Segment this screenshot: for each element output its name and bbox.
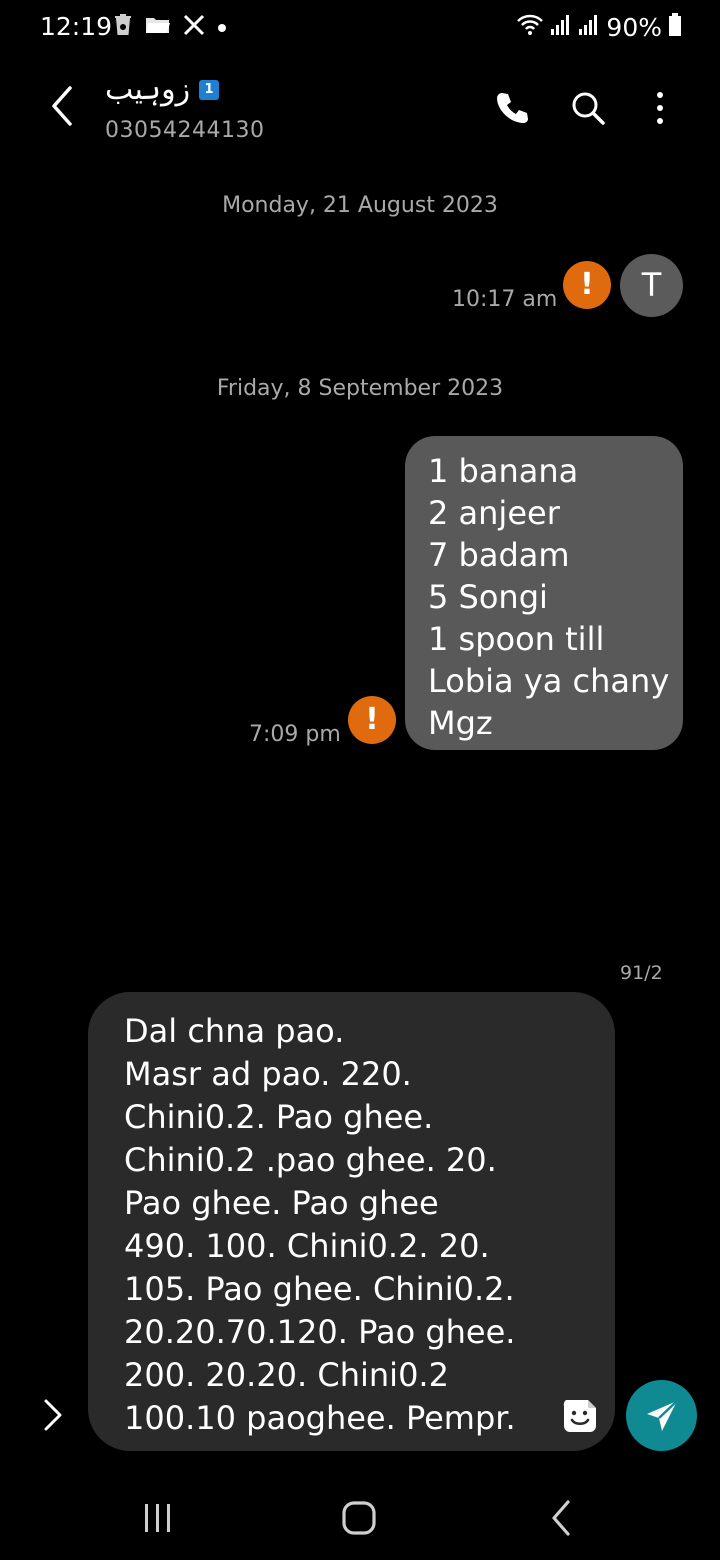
recycle-bin-icon (113, 13, 133, 41)
search-icon (572, 92, 605, 125)
message-time: 7:09 pm (249, 722, 341, 747)
input-line: Dal chna pao. (124, 1012, 345, 1050)
message-line: Lobia ya chany (428, 662, 670, 700)
signal-icon-sim1 (550, 13, 572, 41)
back-button[interactable] (42, 84, 82, 128)
home-button[interactable] (334, 1496, 384, 1540)
back-arrow-icon (552, 1500, 570, 1536)
input-line: Pao ghee. Pao ghee (124, 1184, 439, 1222)
message-bubble[interactable]: 1 banana 2 anjeer 7 badam 5 Songi 1 spoo… (405, 436, 683, 750)
notification-icons (113, 12, 227, 42)
send-button[interactable] (626, 1380, 697, 1451)
back-nav-button[interactable] (536, 1496, 586, 1540)
home-icon (342, 1501, 376, 1535)
character-counter: 91/2 (620, 962, 663, 984)
input-line: Chini0.2 .pao ghee. 20. (124, 1141, 497, 1179)
send-failed-icon[interactable]: ! (348, 696, 396, 744)
expand-composer-button[interactable] (38, 1397, 68, 1433)
conversation-header: زوہیب 1 03054244130 (0, 60, 720, 160)
input-line: 490. 100. Chini0.2. 20. (124, 1227, 490, 1265)
more-vertical-icon (657, 92, 663, 124)
message-line: Mgz (428, 704, 493, 742)
date-separator: Monday, 21 August 2023 (222, 193, 498, 218)
avatar[interactable]: T (620, 254, 683, 317)
status-right: 90% (516, 12, 682, 42)
message-time: 10:17 am (452, 287, 558, 312)
x-logo-icon (183, 14, 205, 40)
search-button[interactable] (566, 86, 610, 130)
status-bar: 12:19 90% (0, 0, 720, 54)
send-icon (646, 1399, 678, 1431)
input-line: 200. 20.20. Chini0.2 (124, 1356, 449, 1394)
message-line: 1 spoon till (428, 620, 605, 658)
recent-apps-button[interactable] (133, 1496, 183, 1540)
message-line: 2 anjeer (428, 494, 560, 532)
message-line: 1 banana (428, 452, 579, 490)
wifi-icon (516, 13, 544, 41)
phone-icon (497, 93, 528, 123)
input-line: Masr ad pao. 220. (124, 1055, 412, 1093)
message-input[interactable]: Dal chna pao. Masr ad pao. 220. Chini0.2… (88, 992, 615, 1451)
battery-level: 90% (606, 12, 662, 42)
date-separator: Friday, 8 September 2023 (216, 376, 504, 401)
input-line: 100.10 paoghee. Pempr. (124, 1399, 516, 1437)
battery-icon (668, 13, 682, 41)
status-time: 12:19 (40, 12, 113, 41)
message-line: 5 Songi (428, 578, 548, 616)
chevron-left-icon (52, 86, 72, 126)
more-options-button[interactable] (638, 86, 682, 130)
navigation-bar (0, 1480, 720, 1560)
chevron-right-icon (44, 1399, 62, 1431)
folder-icon (145, 15, 171, 39)
signal-icon-sim2 (578, 13, 600, 41)
call-button[interactable] (490, 86, 534, 130)
message-line: 7 badam (428, 536, 570, 574)
input-line: 105. Pao ghee. Chini0.2. (124, 1270, 515, 1308)
dot-icon (217, 18, 227, 37)
input-line: Chini0.2. Pao ghee. (124, 1098, 434, 1136)
contact-number: 03054244130 (105, 118, 265, 143)
sticker-button[interactable] (560, 1396, 600, 1436)
contact-name[interactable]: زوہیب (105, 72, 190, 107)
sim-badge: 1 (199, 80, 219, 100)
sticker-icon (563, 1400, 596, 1432)
recent-apps-icon (145, 1504, 170, 1532)
send-failed-icon[interactable]: ! (563, 261, 611, 309)
input-line: 20.20.70.120. Pao ghee. (124, 1313, 516, 1351)
